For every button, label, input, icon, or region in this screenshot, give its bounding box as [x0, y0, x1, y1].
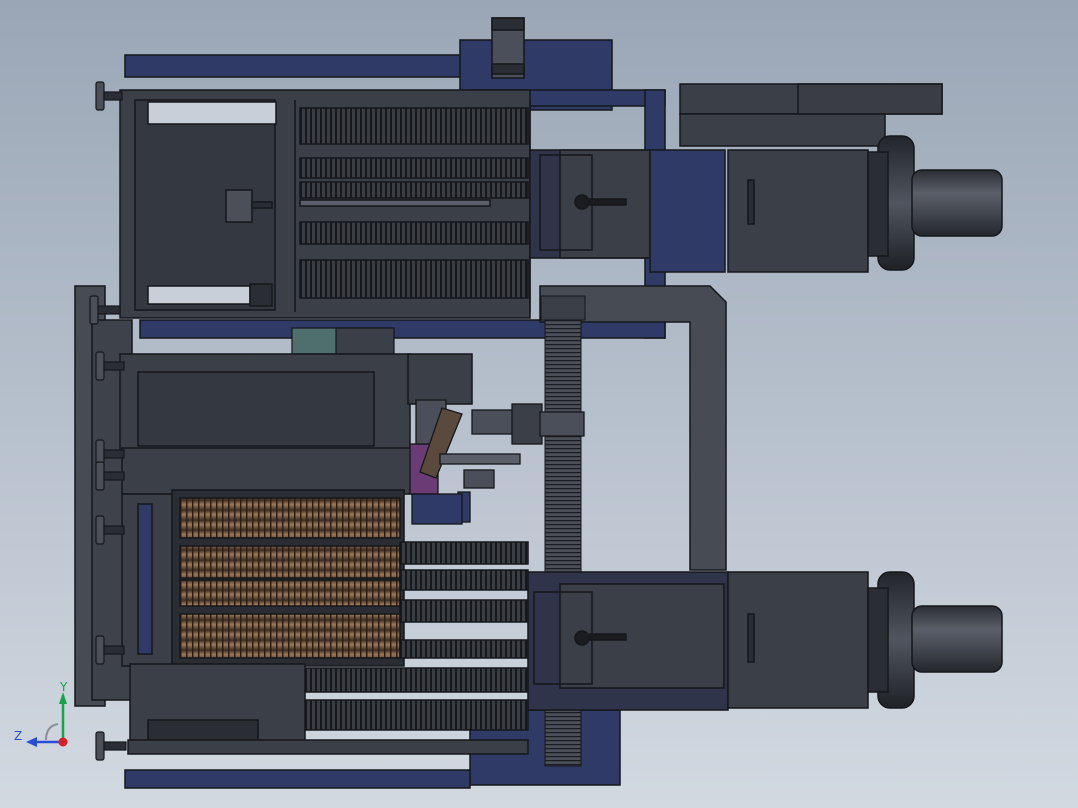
coordinate-triad[interactable]: Y Z [10, 682, 80, 752]
x-axis-dot-icon [58, 737, 68, 747]
z-axis-label: Z [14, 729, 22, 743]
rotation-arc-icon [45, 723, 59, 741]
graphics-viewport[interactable]: Y Z [0, 0, 1078, 808]
y-axis-label: Y [59, 682, 68, 694]
machine-assembly-model[interactable] [0, 0, 1078, 808]
z-axis-arrow-icon [26, 737, 37, 747]
